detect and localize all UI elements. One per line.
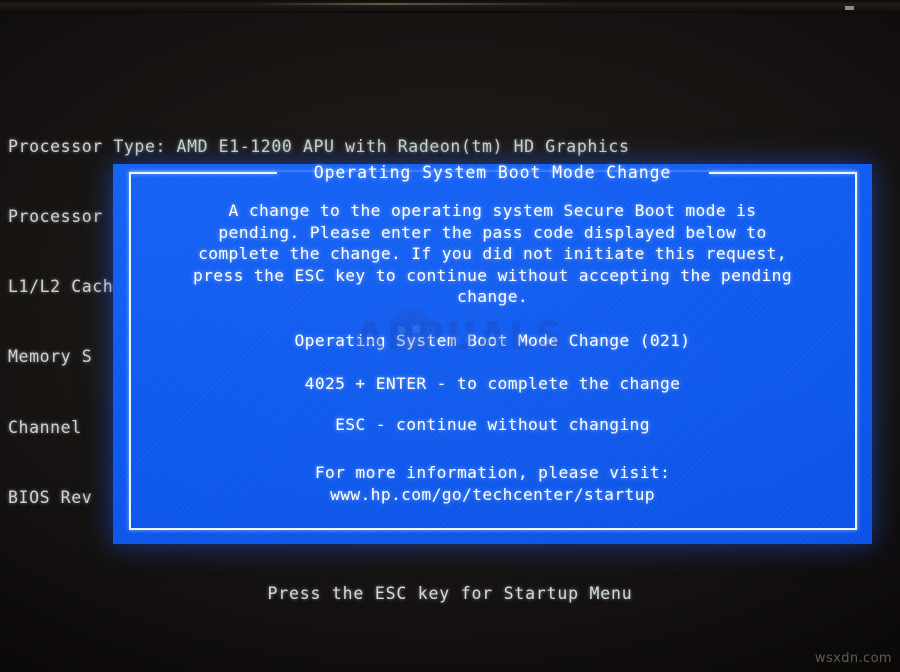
cancel-instruction: ESC - continue without changing: [335, 414, 650, 434]
bezel-glint: [250, 3, 580, 5]
dialog-message-line-3: complete the change. If you did not init…: [198, 244, 787, 263]
more-information-label: For more information, please visit:: [314, 463, 671, 482]
site-watermark: wsxdn.com: [814, 651, 892, 666]
dialog-title: Operating System Boot Mode Change: [313, 163, 672, 182]
dialog-message-line-4: press the ESC key to continue without ac…: [193, 265, 792, 285]
startup-menu-prompt: Press the ESC key for Startup Menu: [267, 584, 633, 603]
dialog-message-line-5: change.: [456, 287, 529, 306]
monitor-bezel: [0, 0, 900, 13]
boot-mode-change-dialog: Operating System Boot Mode Change A chan…: [113, 164, 872, 544]
dialog-message-line-1: A change to the operating system Secure …: [228, 201, 757, 220]
confirm-instruction: 4025 + ENTER - to complete the change: [304, 374, 681, 393]
event-code-line: Operating System Boot Mode Change (021): [294, 330, 691, 350]
post-line-processor-type: Processor Type: AMD E1-1200 APU with Rad…: [8, 136, 630, 156]
more-information: For more information, please visit: www.…: [131, 462, 854, 506]
monitor-screen: Processor Type: AMD E1-1200 APU with Rad…: [0, 0, 900, 672]
dialog-message: A change to the operating system Secure …: [131, 200, 854, 308]
dialog-message-line-2: pending. Please enter the pass code disp…: [218, 222, 767, 242]
dialog-body: A change to the operating system Secure …: [131, 200, 854, 506]
support-url: www.hp.com/go/techcenter/startup: [330, 485, 655, 504]
bezel-indicator-light: [845, 6, 854, 10]
